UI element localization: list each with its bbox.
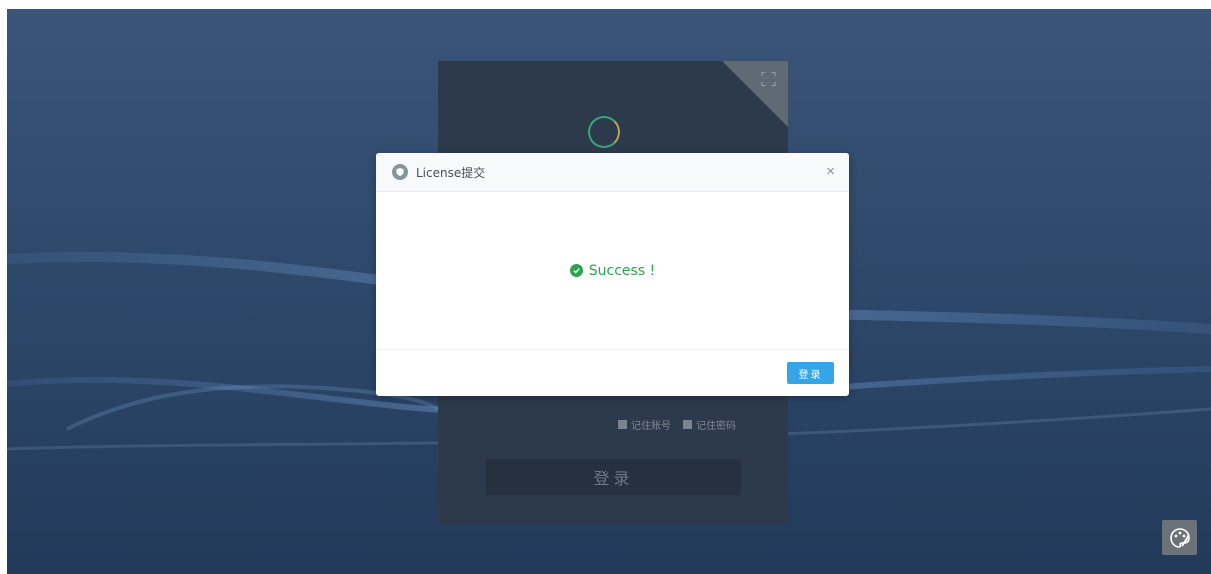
- fullscreen-icon[interactable]: [761, 71, 776, 87]
- close-button[interactable]: ×: [826, 163, 835, 181]
- logo-icon: [588, 116, 620, 148]
- dialog-header: License提交 ×: [376, 153, 849, 192]
- check-circle-icon: [569, 264, 583, 277]
- license-submit-dialog: License提交 × Success ! 登录: [376, 153, 849, 396]
- panel-corner: [722, 61, 788, 127]
- dialog-login-button[interactable]: 登录: [787, 362, 834, 384]
- dialog-body: Success !: [376, 192, 849, 349]
- remember-password-checkbox[interactable]: 记住密码: [683, 417, 736, 432]
- checkbox-box[interactable]: [683, 420, 692, 429]
- success-text: Success !: [588, 262, 656, 279]
- success-message: Success !: [569, 262, 656, 279]
- remember-password-label: 记住密码: [696, 421, 736, 432]
- check-glyph: [573, 268, 580, 274]
- dialog-footer: 登录: [376, 349, 849, 395]
- checkbox-box[interactable]: [618, 420, 627, 429]
- login-button[interactable]: 登录: [486, 459, 741, 495]
- remember-account-label: 记住账号: [631, 421, 671, 432]
- remember-account-checkbox[interactable]: 记住账号: [618, 417, 671, 432]
- palette-icon: [1169, 527, 1190, 548]
- remember-options: 记住账号 记住密码: [618, 417, 736, 432]
- theme-palette-button[interactable]: [1162, 520, 1197, 555]
- dialog-title: License提交: [416, 165, 486, 180]
- shield-glyph: [396, 168, 404, 176]
- shield-icon: [392, 164, 408, 180]
